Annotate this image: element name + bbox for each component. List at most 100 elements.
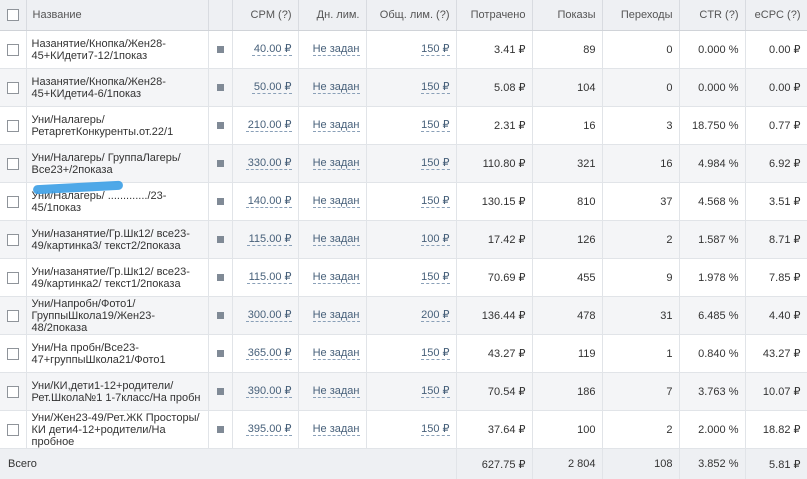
total-limit-value[interactable]: 200 ₽ <box>421 309 449 322</box>
status-icon[interactable] <box>208 31 232 69</box>
column-header-ecpc[interactable]: eCPC (?) <box>745 0 807 31</box>
cpm-edit-link[interactable]: 300.00 ₽ <box>232 297 298 335</box>
total-limit-value[interactable]: 150 ₽ <box>421 271 449 284</box>
status-icon[interactable] <box>208 183 232 221</box>
cpm-value[interactable]: 395.00 ₽ <box>246 423 292 436</box>
cpm-value[interactable]: 330.00 ₽ <box>246 157 292 170</box>
total-limit-edit-link[interactable]: 100 ₽ <box>366 221 456 259</box>
row-checkbox[interactable] <box>0 107 26 145</box>
daily-limit-edit-link[interactable]: Не задан <box>298 259 366 297</box>
status-icon[interactable] <box>208 145 232 183</box>
status-icon[interactable] <box>208 297 232 335</box>
status-icon[interactable] <box>208 411 232 449</box>
status-icon[interactable] <box>208 107 232 145</box>
daily-limit-edit-link[interactable]: Не задан <box>298 31 366 69</box>
column-header-impressions[interactable]: Показы <box>532 0 602 31</box>
cpm-edit-link[interactable]: 330.00 ₽ <box>232 145 298 183</box>
total-limit-value[interactable]: 150 ₽ <box>421 119 449 132</box>
total-limit-edit-link[interactable]: 150 ₽ <box>366 145 456 183</box>
row-checkbox[interactable] <box>0 183 26 221</box>
total-limit-edit-link[interactable]: 150 ₽ <box>366 335 456 373</box>
total-limit-edit-link[interactable]: 150 ₽ <box>366 183 456 221</box>
daily-limit-edit-link[interactable]: Не задан <box>298 107 366 145</box>
total-limit-value[interactable]: 150 ₽ <box>421 43 449 56</box>
cpm-edit-link[interactable]: 365.00 ₽ <box>232 335 298 373</box>
status-icon[interactable] <box>208 335 232 373</box>
cpm-value[interactable]: 365.00 ₽ <box>246 347 292 360</box>
total-limit-value[interactable]: 150 ₽ <box>421 81 449 94</box>
total-limit-edit-link[interactable]: 150 ₽ <box>366 69 456 107</box>
daily-limit-edit-link[interactable]: Не задан <box>298 335 366 373</box>
cpm-edit-link[interactable]: 210.00 ₽ <box>232 107 298 145</box>
daily-limit-value[interactable]: Не задан <box>313 233 360 246</box>
status-icon[interactable] <box>208 259 232 297</box>
cpm-edit-link[interactable]: 40.00 ₽ <box>232 31 298 69</box>
daily-limit-edit-link[interactable]: Не задан <box>298 297 366 335</box>
total-limit-value[interactable]: 150 ₽ <box>421 347 449 360</box>
status-icon[interactable] <box>208 373 232 411</box>
column-header-spent[interactable]: Потрачено <box>456 0 532 31</box>
cpm-edit-link[interactable]: 140.00 ₽ <box>232 183 298 221</box>
total-limit-value[interactable]: 150 ₽ <box>421 195 449 208</box>
total-limit-value[interactable]: 150 ₽ <box>421 385 449 398</box>
column-header-ctr[interactable]: CTR (?) <box>679 0 745 31</box>
daily-limit-value[interactable]: Не задан <box>313 385 360 398</box>
cpm-value[interactable]: 300.00 ₽ <box>246 309 292 322</box>
row-checkbox[interactable] <box>0 297 26 335</box>
cpm-edit-link[interactable]: 115.00 ₽ <box>232 259 298 297</box>
row-checkbox[interactable] <box>0 259 26 297</box>
daily-limit-edit-link[interactable]: Не задан <box>298 145 366 183</box>
row-checkbox[interactable] <box>0 221 26 259</box>
cpm-edit-link[interactable]: 115.00 ₽ <box>232 221 298 259</box>
cpm-edit-link[interactable]: 395.00 ₽ <box>232 411 298 449</box>
daily-limit-value[interactable]: Не задан <box>313 195 360 208</box>
total-limit-edit-link[interactable]: 150 ₽ <box>366 107 456 145</box>
total-limit-value[interactable]: 150 ₽ <box>421 157 449 170</box>
daily-limit-edit-link[interactable]: Не задан <box>298 373 366 411</box>
column-header-clicks[interactable]: Переходы <box>602 0 679 31</box>
row-checkbox[interactable] <box>0 373 26 411</box>
column-header-total-limit[interactable]: Общ. лим. (?) <box>366 0 456 31</box>
daily-limit-value[interactable]: Не задан <box>313 81 360 94</box>
daily-limit-value[interactable]: Не задан <box>313 347 360 360</box>
cpm-value[interactable]: 115.00 ₽ <box>247 233 292 246</box>
cpm-edit-link[interactable]: 390.00 ₽ <box>232 373 298 411</box>
total-limit-edit-link[interactable]: 200 ₽ <box>366 297 456 335</box>
total-limit-edit-link[interactable]: 150 ₽ <box>366 31 456 69</box>
daily-limit-edit-link[interactable]: Не задан <box>298 411 366 449</box>
cpm-value[interactable]: 40.00 ₽ <box>252 43 292 56</box>
cpm-value[interactable]: 50.00 ₽ <box>252 81 292 94</box>
column-header-name[interactable]: Название <box>26 0 208 31</box>
total-limit-value[interactable]: 150 ₽ <box>421 423 449 436</box>
status-icon[interactable] <box>208 221 232 259</box>
spent-cell: 17.42 ₽ <box>456 221 532 259</box>
cpm-value[interactable]: 210.00 ₽ <box>246 119 292 132</box>
total-limit-edit-link[interactable]: 150 ₽ <box>366 411 456 449</box>
select-all-checkbox[interactable] <box>0 0 26 31</box>
total-limit-value[interactable]: 100 ₽ <box>421 233 449 246</box>
daily-limit-edit-link[interactable]: Не задан <box>298 69 366 107</box>
cpm-value[interactable]: 140.00 ₽ <box>246 195 292 208</box>
total-limit-edit-link[interactable]: 150 ₽ <box>366 373 456 411</box>
row-checkbox[interactable] <box>0 145 26 183</box>
daily-limit-edit-link[interactable]: Не задан <box>298 183 366 221</box>
row-checkbox[interactable] <box>0 69 26 107</box>
daily-limit-value[interactable]: Не задан <box>313 157 360 170</box>
daily-limit-value[interactable]: Не задан <box>313 119 360 132</box>
campaign-name: Уни/назанятие/Гр.Шк12/ все23-49/картинка… <box>26 259 208 297</box>
cpm-edit-link[interactable]: 50.00 ₽ <box>232 69 298 107</box>
cpm-value[interactable]: 115.00 ₽ <box>247 271 292 284</box>
row-checkbox[interactable] <box>0 31 26 69</box>
daily-limit-value[interactable]: Не задан <box>313 309 360 322</box>
status-icon[interactable] <box>208 69 232 107</box>
cpm-value[interactable]: 390.00 ₽ <box>246 385 292 398</box>
row-checkbox[interactable] <box>0 335 26 373</box>
total-limit-edit-link[interactable]: 150 ₽ <box>366 259 456 297</box>
column-header-daily-limit[interactable]: Дн. лим. <box>298 0 366 31</box>
daily-limit-value[interactable]: Не задан <box>313 271 360 284</box>
row-checkbox[interactable] <box>0 411 26 449</box>
daily-limit-value[interactable]: Не задан <box>313 423 360 436</box>
column-header-cpm[interactable]: CPM (?) <box>232 0 298 31</box>
daily-limit-edit-link[interactable]: Не задан <box>298 221 366 259</box>
daily-limit-value[interactable]: Не задан <box>313 43 360 56</box>
